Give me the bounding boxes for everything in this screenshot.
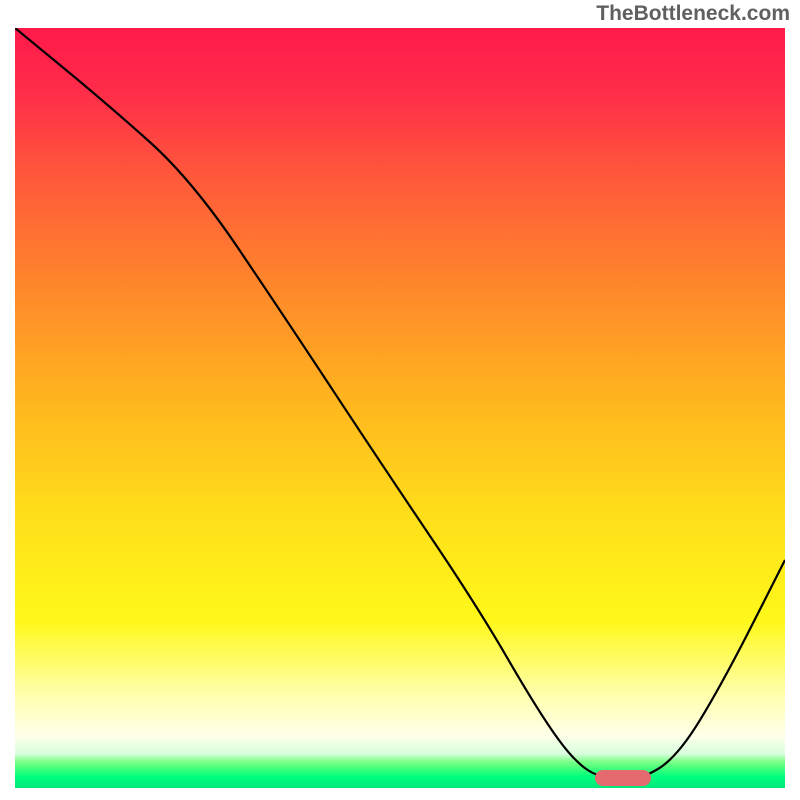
bottleneck-curve	[15, 28, 785, 788]
watermark-text: TheBottleneck.com	[596, 2, 790, 26]
chart-area	[15, 28, 785, 788]
optimal-marker	[595, 770, 651, 786]
